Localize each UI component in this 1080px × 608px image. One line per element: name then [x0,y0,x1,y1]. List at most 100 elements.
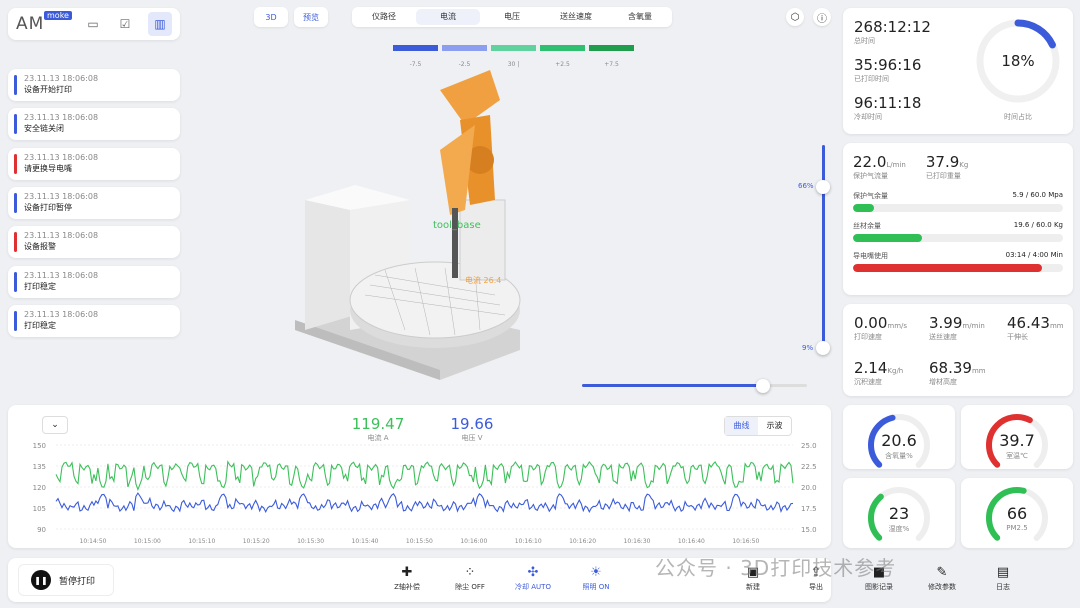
info-icon[interactable]: ⓘ [813,8,831,26]
fan-button[interactable]: ✣ 冷却 AUTO [503,564,563,592]
log-time: 23.11.13 18:06:08 [24,113,99,123]
log-item[interactable]: 23.11.13 18:06:08 设备报警 [8,226,180,259]
tool-label: 冷却 AUTO [515,583,551,591]
horizontal-slider-track[interactable] [582,384,807,387]
bar-chart-icon[interactable]: ▥ [148,12,172,36]
pause-print-button[interactable]: ❚❚ 暂停打印 [18,564,114,596]
light-button[interactable]: ☀ 照明 ON [566,564,626,592]
y-right-tick: 17.5 [801,505,817,513]
speed-stat: 2.14Kg/h 沉积速度 [854,359,903,387]
tab-4[interactable]: 含氧量 [608,9,672,25]
speed-stat: 46.43mm 干伸长 [1007,314,1064,342]
log-item[interactable]: 23.11.13 18:06:08 打印稳定 [8,304,180,337]
log-item[interactable]: 23.11.13 18:06:08 设备开始打印 [8,69,180,101]
bar-value: 5.9 / 60.0 Mpa [1012,191,1063,199]
watermark: 公众号 · 3D打印技术参考 [655,556,897,580]
cool-time-label: 冷却时间 [854,113,882,121]
print-time-value: 35:96:16 [854,56,922,74]
app-logo: AM moke [16,11,72,34]
y-left-tick: 90 [37,526,46,534]
pause-icon: ❚❚ [31,570,51,590]
y-right-tick: 22.5 [801,463,817,471]
logo-toolbar: AM moke ▭ ☑ ▥ [8,8,180,40]
log-item[interactable]: 23.11.13 18:06:08 打印稳定 [8,265,180,298]
x-tick: 10:15:40 [352,538,379,545]
consumable-bar: 导电嘴使用 03:14 / 4:00 Min [853,251,1063,272]
chevron-down-icon[interactable]: ⌄ [42,416,68,434]
speed-stat-unit: Kg/h [887,367,904,375]
tab-3[interactable]: 送丝速度 [544,9,608,25]
vertical-slider-track[interactable] [822,145,825,350]
wrench-button[interactable]: ✎ 修改参数 [912,564,972,592]
robot-cell-render: tool_base 电流 26.4 [295,70,521,380]
tab-1[interactable]: 电流 [416,9,480,25]
vertical-slider-handle-top[interactable] [816,180,830,194]
x-tick: 10:15:10 [188,538,215,545]
log-message: 打印稳定 [24,281,56,291]
bar-fill [853,234,922,242]
horizontal-slider-handle[interactable] [756,379,770,393]
tab-0[interactable]: 仪路径 [352,9,416,25]
log-message: 设备打印暂停 [24,202,72,212]
gauge-label: 含氧量% [885,452,913,460]
consumable-bar: 保护气余量 5.9 / 60.0 Mpa [853,191,1063,212]
3d-viewport[interactable]: tool_base 电流 26.4 66% 9% [190,30,830,405]
x-tick: 10:15:50 [406,538,433,545]
gauge-card: 66 PM2.5 [961,478,1073,549]
printed-weight-label: 已打印重量 [925,172,961,180]
tab-2[interactable]: 电压 [480,9,544,25]
preview-button[interactable]: 预览 [294,7,328,27]
tool-label: 新建 [746,583,760,591]
dust-button[interactable]: ⁘ 除尘 OFF [440,564,500,592]
x-tick: 10:16:00 [460,538,487,545]
puzzle-button[interactable]: ✚ Z轴补偿 [377,564,437,592]
cube-icon[interactable]: ⬡ [786,8,804,26]
mode-oscilloscope[interactable]: 示波 [758,417,791,435]
tool-label: 日志 [996,583,1010,591]
tool-label: 图影记录 [865,583,893,591]
tool-frame-label: tool_base [433,220,481,231]
speed-stat-label: 干伸长 [1007,333,1028,341]
log-button[interactable]: ▤ 日志 [973,564,1033,592]
y-left-tick: 105 [33,505,46,513]
y-left-tick: 120 [33,484,46,492]
speed-stat-value: 2.14 [854,359,888,377]
consumable-bar: 丝材余量 19.6 / 60.0 Kg [853,221,1063,242]
view-3d-button[interactable]: 3D [254,7,288,27]
log-item[interactable]: 23.11.13 18:06:08 安全链关闭 [8,108,180,141]
bar-value: 03:14 / 4:00 Min [1005,251,1063,259]
mode-curve[interactable]: 曲线 [725,417,758,435]
speed-stat: 3.99m/min 送丝速度 [929,314,985,342]
gauge-value: 39.7 [999,431,1035,450]
gauge-label: 室温℃ [1006,452,1028,460]
log-item[interactable]: 23.11.13 18:06:08 请更换导电嘴 [8,147,180,180]
log-message: 设备开始打印 [24,85,72,94]
speed-stat-label: 增材高度 [929,378,957,386]
time-card: 268:12:12 总时间 35:96:16 已打印时间 96:11:18 冷却… [843,8,1073,134]
panel-icon[interactable]: ▭ [84,15,102,33]
x-tick: 10:16:50 [732,538,759,545]
y-right-tick: 20.0 [801,484,817,492]
checklist-icon[interactable]: ☑ [116,15,134,33]
x-tick: 10:16:30 [624,538,651,545]
bar-fill [853,264,1042,272]
gauge-value: 23 [888,504,910,523]
log-message: 请更换导电嘴 [24,163,72,173]
x-tick: 10:14:50 [80,538,107,545]
log-time: 23.11.13 18:06:08 [24,270,99,280]
wrench-icon: ✎ [936,565,948,580]
y-left-tick: 150 [33,442,46,450]
x-tick: 10:15:20 [243,538,270,545]
vertical-slider-handle-bottom[interactable] [816,341,830,355]
x-tick: 10:16:40 [678,538,705,545]
gauge-label: 湿度% [888,525,910,533]
voltage-series-line [55,492,794,514]
speed-stat-label: 沉积速度 [854,378,882,386]
current-readout: 119.47 [351,415,405,433]
speed-stat: 0.00mm/s 打印速度 [854,314,907,342]
speed-stat: 68.39mm 增材高度 [929,359,986,387]
log-message: 打印稳定 [24,320,56,330]
log-time: 23.11.13 18:06:08 [24,74,99,83]
log-item[interactable]: 23.11.13 18:06:08 设备打印暂停 [8,186,180,219]
speed-stat-unit: mm [971,367,986,375]
